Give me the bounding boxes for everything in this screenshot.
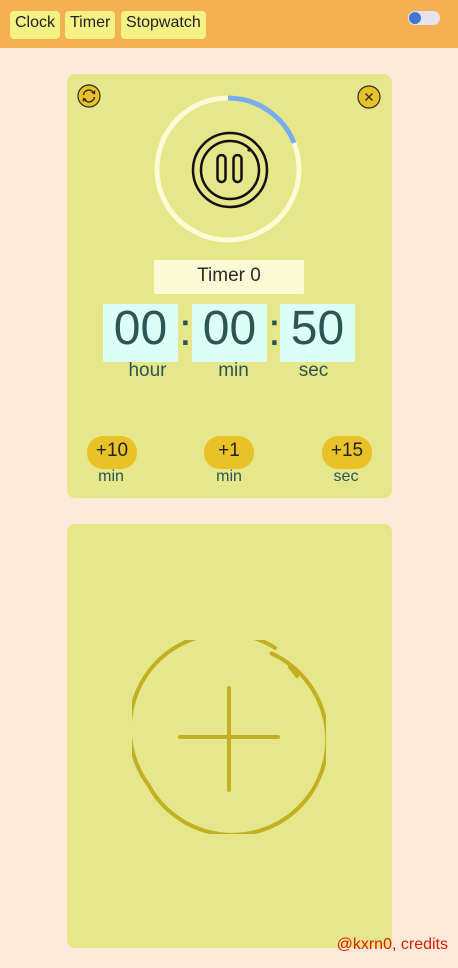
tab-clock[interactable]: Clock [10,11,61,39]
theme-toggle[interactable] [408,11,440,25]
add-15-sec-button[interactable]: +15 [322,436,372,469]
seconds-display[interactable]: 50 [280,304,355,362]
pause-icon[interactable] [191,131,269,209]
add-1-min-button[interactable]: +1 [204,436,254,469]
minutes-display[interactable]: 00 [192,304,267,362]
timer-card: Timer 0 00 : 00 : 50 hour min sec +10 mi… [67,74,392,498]
close-icon[interactable] [357,85,381,109]
tab-stopwatch[interactable]: Stopwatch [121,11,206,39]
credits-link[interactable]: @kxrn0, credits [337,936,448,954]
time-separator: : [268,303,281,355]
top-nav-bar: Clock Timer Stopwatch [0,0,458,48]
add-timer-card[interactable] [67,524,392,948]
add-15-sec-unit: sec [333,468,359,485]
add-1-min-unit: min [216,468,242,485]
hours-display[interactable]: 00 [103,304,178,362]
add-10-min-unit: min [98,468,124,485]
add-timer-icon[interactable] [132,640,326,834]
reset-icon[interactable] [77,84,101,108]
timer-name-field[interactable]: Timer 0 [154,260,304,294]
time-separator: : [179,303,192,355]
sec-label: sec [298,360,329,381]
tab-timer[interactable]: Timer [65,11,116,39]
add-10-min-button[interactable]: +10 [87,436,137,469]
toggle-knob [409,12,421,24]
hour-label: hour [128,360,167,381]
min-label: min [218,360,249,381]
